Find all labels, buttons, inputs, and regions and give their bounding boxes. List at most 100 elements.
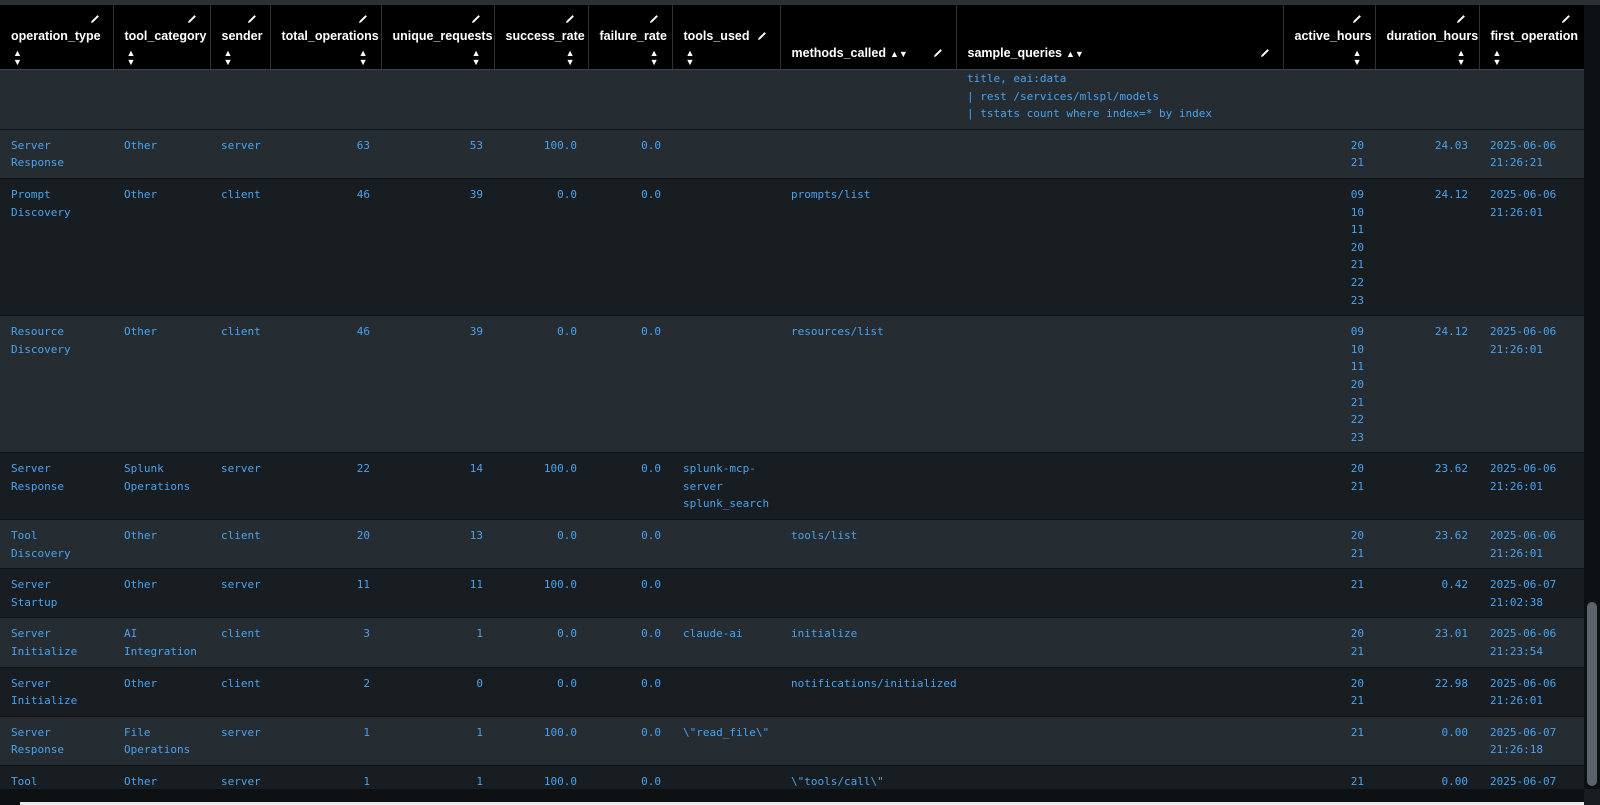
cell-tool_category[interactable]: Other: [113, 667, 210, 717]
pencil-icon[interactable]: [1259, 47, 1271, 59]
pencil-icon[interactable]: [1560, 13, 1572, 25]
cell-methods_called[interactable]: prompts/list: [780, 178, 956, 317]
cell-first_operation[interactable]: 2025-06-06 21:26:01: [1479, 178, 1584, 317]
cell-operation_type[interactable]: Server Response: [0, 452, 113, 521]
cell-sender[interactable]: client: [210, 519, 270, 570]
cell-unique_requests[interactable]: 13: [381, 519, 494, 570]
column-header-sample_queries[interactable]: sample_queries ▲▼: [956, 5, 1284, 70]
vertical-scrollbar-thumb[interactable]: [1587, 602, 1597, 786]
cell-total_operations[interactable]: 3: [270, 617, 381, 668]
cell-success_rate[interactable]: 0.0: [494, 519, 588, 570]
cell-active_hours[interactable]: 20 21: [1283, 617, 1375, 668]
cell-tool_category[interactable]: Splunk Operations: [113, 452, 210, 521]
cell-active_hours[interactable]: 21: [1283, 568, 1375, 619]
sort-icon[interactable]: ▲▼: [1457, 49, 1466, 67]
sort-icon[interactable]: ▲▼: [359, 49, 368, 67]
pencil-icon[interactable]: [1351, 13, 1363, 25]
cell-failure_rate[interactable]: 0.0: [588, 315, 672, 454]
cell-methods_called[interactable]: notifications/initialized: [780, 667, 956, 717]
pencil-icon[interactable]: [1455, 13, 1467, 25]
pencil-icon[interactable]: [186, 13, 198, 25]
cell-sender[interactable]: server: [210, 716, 270, 767]
cell-operation_type[interactable]: Tool Discovery: [0, 519, 113, 570]
cell-tools_used[interactable]: claude-ai: [672, 617, 780, 668]
cell-unique_requests[interactable]: 1: [381, 617, 494, 668]
cell-tool_category[interactable]: Other: [113, 129, 210, 179]
cell-first_operation[interactable]: 2025-06-06 21:26:01: [1479, 519, 1584, 570]
column-header-total_operations[interactable]: total_operations ▲ ▼: [270, 5, 382, 70]
sort-icon[interactable]: ▲▼: [1066, 49, 1084, 59]
cell-operation_type[interactable]: Server Startup: [0, 568, 113, 619]
cell-duration_hours[interactable]: 0.00: [1375, 765, 1479, 789]
cell-unique_requests[interactable]: 53: [381, 129, 494, 179]
cell-total_operations[interactable]: 63: [270, 129, 381, 179]
sort-icon[interactable]: ▲▼: [1353, 49, 1362, 67]
cell-operation_type[interactable]: Tool Execution: [0, 765, 113, 789]
cell-sender[interactable]: server: [210, 765, 270, 789]
cell-total_operations[interactable]: 20: [270, 519, 381, 570]
cell-sample_queries[interactable]: title, eai:data | rest /services/mlspl/m…: [956, 69, 1283, 130]
cell-tool_category[interactable]: Other: [113, 765, 210, 789]
cell-operation_type[interactable]: Server Initialize: [0, 617, 113, 668]
cell-tool_category[interactable]: Other: [113, 519, 210, 570]
cell-unique_requests[interactable]: 1: [381, 765, 494, 789]
cell-sender[interactable]: client: [210, 315, 270, 454]
cell-operation_type[interactable]: Server Response: [0, 716, 113, 767]
cell-failure_rate[interactable]: 0.0: [588, 667, 672, 717]
cell-total_operations[interactable]: 11: [270, 568, 381, 619]
cell-success_rate[interactable]: 100.0: [494, 568, 588, 619]
cell-success_rate[interactable]: 0.0: [494, 667, 588, 717]
cell-tools_used[interactable]: \"read_file\": [672, 716, 780, 767]
cell-success_rate[interactable]: 100.0: [494, 129, 588, 179]
cell-success_rate[interactable]: 100.0: [494, 452, 588, 521]
cell-tool_category[interactable]: Other: [113, 178, 210, 317]
cell-success_rate[interactable]: 0.0: [494, 178, 588, 317]
cell-unique_requests[interactable]: 0: [381, 667, 494, 717]
cell-active_hours[interactable]: 21: [1283, 765, 1375, 789]
cell-operation_type[interactable]: Resource Discovery: [0, 315, 113, 454]
cell-success_rate[interactable]: 100.0: [494, 765, 588, 789]
cell-duration_hours[interactable]: 23.62: [1375, 519, 1479, 570]
cell-duration_hours[interactable]: 24.12: [1375, 178, 1479, 317]
cell-methods_called[interactable]: resources/list: [780, 315, 956, 454]
column-header-sender[interactable]: sender ▲ ▼: [210, 5, 271, 70]
cell-unique_requests[interactable]: 11: [381, 568, 494, 619]
pencil-icon[interactable]: [648, 13, 660, 25]
cell-duration_hours[interactable]: 23.01: [1375, 617, 1479, 668]
cell-failure_rate[interactable]: 0.0: [588, 568, 672, 619]
cell-first_operation[interactable]: 2025-06-06 21:26:01: [1479, 667, 1584, 717]
cell-failure_rate[interactable]: 0.0: [588, 129, 672, 179]
cell-first_operation[interactable]: 2025-06-07 21:26:10: [1479, 765, 1584, 789]
cell-unique_requests[interactable]: 39: [381, 315, 494, 454]
cell-duration_hours[interactable]: 22.98: [1375, 667, 1479, 717]
column-header-active_hours[interactable]: active_hours ▲ ▼: [1283, 5, 1376, 70]
cell-methods_called[interactable]: tools/list: [780, 519, 956, 570]
cell-operation_type[interactable]: Prompt Discovery: [0, 178, 113, 317]
sort-icon[interactable]: ▲▼: [13, 49, 22, 67]
cell-failure_rate[interactable]: 0.0: [588, 452, 672, 521]
cell-first_operation[interactable]: 2025-06-07 21:02:38: [1479, 568, 1584, 619]
cell-sender[interactable]: server: [210, 452, 270, 521]
cell-methods_called[interactable]: initialize: [780, 617, 956, 668]
cell-unique_requests[interactable]: 1: [381, 716, 494, 767]
pencil-icon[interactable]: [89, 13, 101, 25]
cell-total_operations[interactable]: 22: [270, 452, 381, 521]
cell-unique_requests[interactable]: 39: [381, 178, 494, 317]
cell-active_hours[interactable]: 09 10 11 20 21 22 23: [1283, 178, 1375, 317]
cell-duration_hours[interactable]: 0.00: [1375, 716, 1479, 767]
cell-duration_hours[interactable]: 24.12: [1375, 315, 1479, 454]
pencil-icon[interactable]: [357, 13, 369, 25]
cell-operation_type[interactable]: Server Initialize: [0, 667, 113, 717]
cell-sender[interactable]: client: [210, 178, 270, 317]
pencil-icon[interactable]: [932, 47, 944, 59]
pencil-icon[interactable]: [470, 13, 482, 25]
cell-methods_called[interactable]: \"tools/call\": [780, 765, 956, 789]
column-header-tools_used[interactable]: tools_used ▲ ▼: [672, 5, 781, 70]
cell-tool_category[interactable]: File Operations: [113, 716, 210, 767]
column-header-success_rate[interactable]: success_rate ▲ ▼: [494, 5, 589, 70]
cell-first_operation[interactable]: 2025-06-06 21:26:01: [1479, 315, 1584, 454]
cell-sender[interactable]: client: [210, 667, 270, 717]
cell-sender[interactable]: server: [210, 568, 270, 619]
cell-tool_category[interactable]: Other: [113, 315, 210, 454]
cell-sender[interactable]: server: [210, 129, 270, 179]
